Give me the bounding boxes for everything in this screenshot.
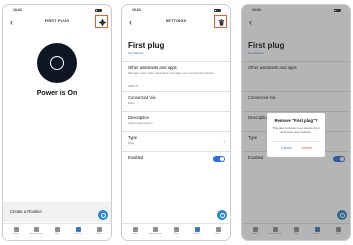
bottom-navbar: Home Communicate Play Devices More bbox=[3, 223, 111, 240]
power-icon bbox=[50, 56, 64, 70]
nav-item-communicate[interactable]: Communicate bbox=[148, 227, 162, 235]
create-routine-label: Create a Routine bbox=[10, 209, 42, 214]
device-name: First plug bbox=[128, 41, 165, 50]
settings-row-type[interactable]: Type Plug › bbox=[122, 131, 230, 151]
phone-screen-settings: 10:24 ‹ SETTINGS First plug Get Started … bbox=[121, 4, 231, 241]
nav-item-home[interactable]: Home bbox=[128, 227, 142, 235]
nav-item-play[interactable]: Play bbox=[50, 227, 64, 235]
phone-screen-remove-dialog: 10:24 ‹ First plug Get Started Other ass… bbox=[241, 4, 351, 241]
devices-icon bbox=[194, 227, 200, 232]
home-icon bbox=[132, 227, 138, 232]
get-started-link[interactable]: Get Started bbox=[128, 51, 143, 55]
row-value: Plug bbox=[128, 141, 135, 145]
nav-item-more[interactable]: More bbox=[211, 227, 225, 235]
row-label: Other assistants and apps bbox=[128, 65, 177, 70]
row-value: Add a plug system bbox=[128, 121, 153, 125]
play-icon bbox=[173, 227, 179, 232]
cancel-button[interactable]: Cancel bbox=[281, 146, 292, 150]
row-label: Enabled bbox=[128, 155, 144, 160]
power-button[interactable] bbox=[37, 43, 77, 83]
dialog-title: Remove "First plug"? bbox=[274, 118, 318, 123]
alexa-fab-button[interactable] bbox=[98, 210, 108, 220]
settings-row-connected-via[interactable]: Connected Via Echo bbox=[122, 91, 230, 111]
bottom-navbar: Home Communicate Play Devices More bbox=[122, 223, 230, 240]
nav-item-devices[interactable]: Devices bbox=[190, 227, 204, 235]
power-status-label: Power is On bbox=[36, 90, 78, 97]
top-bar: ‹ FIRST PLUG bbox=[3, 15, 111, 29]
remove-device-dialog: Remove "First plug"? This also removes y… bbox=[267, 113, 325, 157]
status-bar: 10:24 bbox=[3, 8, 111, 14]
chevron-right-icon: › bbox=[223, 139, 225, 145]
chat-icon bbox=[152, 227, 158, 232]
trash-icon bbox=[218, 18, 224, 26]
row-value: Manage voice other assistants and apps c… bbox=[128, 71, 214, 75]
settings-row-other-assistants[interactable]: Other assistants and apps Manage voice o… bbox=[122, 61, 230, 81]
enabled-toggle[interactable] bbox=[213, 156, 225, 162]
row-value: Echo bbox=[128, 101, 135, 105]
dialog-message: This also removes your device from all g… bbox=[272, 126, 320, 134]
alexa-fab-button[interactable] bbox=[217, 210, 227, 220]
row-label: Description bbox=[128, 115, 149, 120]
gear-icon bbox=[98, 18, 106, 26]
settings-gear-button[interactable] bbox=[95, 15, 108, 28]
home-icon bbox=[13, 227, 19, 232]
delete-device-button[interactable] bbox=[214, 15, 227, 28]
battery-icon bbox=[95, 8, 102, 12]
nav-item-devices[interactable]: Devices bbox=[71, 227, 85, 235]
nav-item-play[interactable]: Play bbox=[169, 227, 183, 235]
row-label: Type bbox=[128, 135, 138, 140]
dialog-divider bbox=[271, 141, 321, 142]
chat-icon bbox=[33, 227, 39, 232]
more-icon bbox=[215, 227, 221, 232]
top-bar: ‹ SETTINGS bbox=[122, 15, 230, 29]
nav-item-communicate[interactable]: Communicate bbox=[29, 227, 43, 235]
more-icon bbox=[96, 227, 102, 232]
status-bar: 10:24 bbox=[122, 8, 230, 14]
settings-row-enabled: Enabled bbox=[122, 151, 230, 165]
delete-button[interactable]: Delete bbox=[302, 146, 312, 150]
nav-item-more[interactable]: More bbox=[92, 227, 106, 235]
nav-item-home[interactable]: Home bbox=[9, 227, 23, 235]
devices-icon bbox=[75, 227, 81, 232]
settings-row-description[interactable]: Description Add a plug system bbox=[122, 111, 230, 131]
row-label: Connected Via bbox=[128, 95, 156, 100]
status-time: 10:24 bbox=[13, 8, 22, 12]
section-label-about: ABOUT bbox=[128, 84, 139, 88]
create-routine-bar[interactable]: Create a Routine bbox=[3, 202, 111, 222]
status-time: 10:24 bbox=[132, 8, 141, 12]
phone-screen-device: 10:24 ‹ FIRST PLUG Power is On Create a … bbox=[2, 4, 112, 241]
play-icon bbox=[54, 227, 60, 232]
battery-icon bbox=[214, 8, 221, 12]
